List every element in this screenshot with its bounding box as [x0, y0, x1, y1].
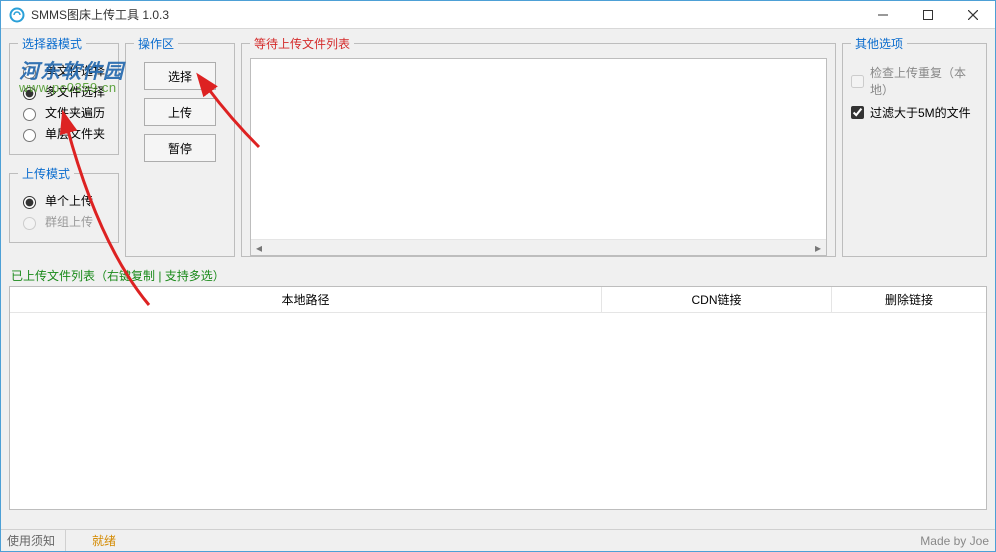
titlebar: SMMS图床上传工具 1.0.3 — [1, 1, 995, 29]
minimize-button[interactable] — [860, 1, 905, 28]
radio-single-file[interactable]: 单文件选择 — [18, 62, 110, 79]
select-mode-group: 选择器模式 单文件选择 多文件选择 文件夹遍历 单层文件夹 — [9, 35, 119, 155]
radio-multi-file[interactable]: 多文件选择 — [18, 83, 110, 100]
col-delete-link[interactable]: 删除链接 — [832, 287, 986, 312]
upload-mode-group: 上传模式 单个上传 群组上传 — [9, 165, 119, 243]
pause-button[interactable]: 暂停 — [144, 134, 216, 162]
upload-button[interactable]: 上传 — [144, 98, 216, 126]
wait-list-group: 等待上传文件列表 ◂ ▸ — [241, 35, 836, 257]
scroll-left-icon[interactable]: ◂ — [251, 240, 267, 256]
upload-mode-legend: 上传模式 — [18, 165, 74, 182]
radio-folder-recurse[interactable]: 文件夹遍历 — [18, 104, 110, 121]
col-cdn-link[interactable]: CDN链接 — [602, 287, 832, 312]
radio-upload-group: 群组上传 — [18, 213, 110, 230]
uploaded-table[interactable]: 本地路径 CDN链接 删除链接 — [9, 286, 987, 510]
scroll-right-icon[interactable]: ▸ — [810, 240, 826, 256]
ops-legend: 操作区 — [134, 35, 178, 52]
maximize-button[interactable] — [905, 1, 950, 28]
table-body[interactable] — [10, 313, 986, 509]
select-button[interactable]: 选择 — [144, 62, 216, 90]
ops-group: 操作区 选择 上传 暂停 — [125, 35, 235, 257]
wait-list-legend: 等待上传文件列表 — [250, 35, 354, 52]
other-options-group: 其他选项 检查上传重复（本地） 过滤大于5M的文件 — [842, 35, 987, 257]
checkbox-check-duplicate: 检查上传重复（本地） — [851, 64, 978, 98]
select-mode-legend: 选择器模式 — [18, 35, 86, 52]
app-icon — [9, 7, 25, 23]
close-button[interactable] — [950, 1, 995, 28]
status-ready: 就绪 — [66, 532, 920, 549]
statusbar: 使用须知 就绪 Made by Joe — [1, 529, 995, 551]
status-usage-notes[interactable]: 使用须知 — [7, 530, 66, 551]
radio-folder-flat[interactable]: 单层文件夹 — [18, 125, 110, 142]
wait-list-box[interactable]: ◂ ▸ — [250, 58, 827, 256]
horizontal-scrollbar[interactable]: ◂ ▸ — [251, 239, 826, 255]
scroll-track[interactable] — [267, 240, 810, 255]
status-author: Made by Joe — [920, 534, 989, 548]
col-local-path[interactable]: 本地路径 — [10, 287, 602, 312]
radio-upload-single[interactable]: 单个上传 — [18, 192, 110, 209]
app-window: SMMS图床上传工具 1.0.3 选择器模式 单文件选择 多文件选择 文件夹遍历… — [0, 0, 996, 552]
other-options-legend: 其他选项 — [851, 35, 907, 52]
content-area: 选择器模式 单文件选择 多文件选择 文件夹遍历 单层文件夹 上传模式 单个上传 … — [1, 29, 995, 529]
checkbox-filter-5m[interactable]: 过滤大于5M的文件 — [851, 104, 978, 121]
table-header: 本地路径 CDN链接 删除链接 — [10, 287, 986, 313]
uploaded-list-title: 已上传文件列表（右键复制 | 支持多选） — [11, 267, 987, 284]
window-title: SMMS图床上传工具 1.0.3 — [31, 6, 860, 23]
